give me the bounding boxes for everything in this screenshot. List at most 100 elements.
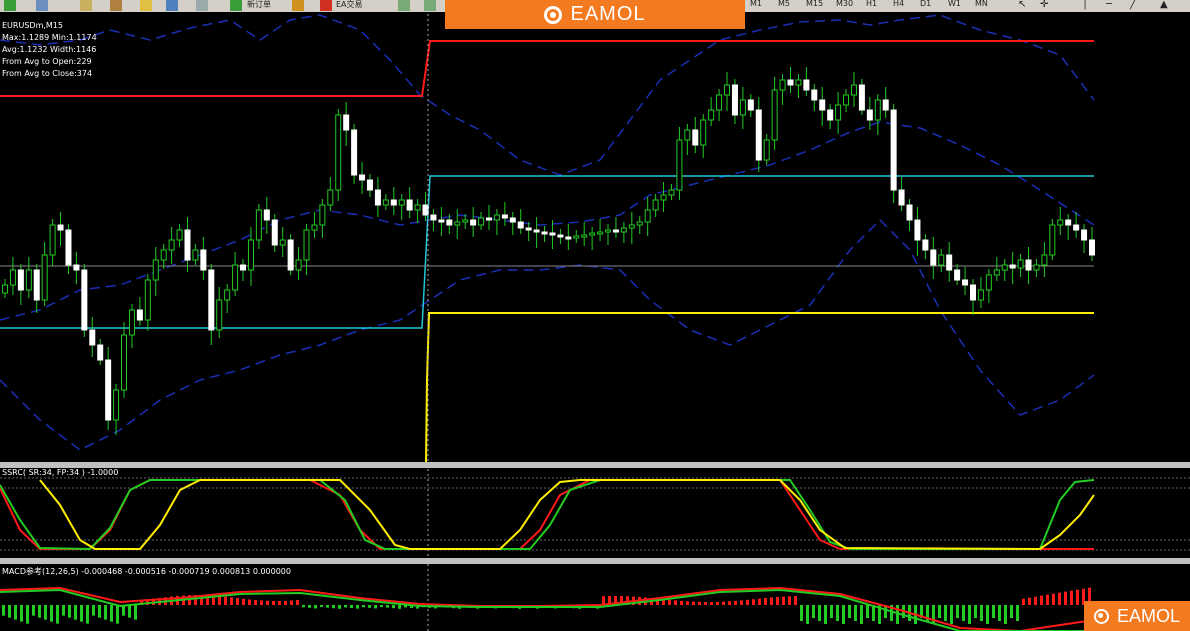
candle-body [485, 217, 492, 221]
candle-body [1089, 239, 1095, 256]
candle-body [1017, 259, 1024, 269]
macd-bar [1028, 597, 1031, 605]
candle-body [676, 139, 683, 191]
macd-bar [14, 605, 17, 620]
macd-bar [1004, 605, 1007, 624]
macd-bar [848, 605, 851, 618]
candle-body [779, 79, 786, 91]
candle-body [1041, 254, 1048, 266]
macd-bar [344, 605, 347, 608]
candle-body [216, 299, 223, 331]
macd-bar [320, 605, 323, 607]
candle-body [898, 189, 905, 206]
corner-watermark: EAMOL [1084, 601, 1190, 631]
macd-bar [266, 600, 269, 605]
candle-body [589, 232, 596, 236]
candlesticks [2, 67, 1095, 435]
candle-body [17, 269, 24, 291]
macd-bar [38, 605, 41, 618]
candle-body [549, 232, 556, 236]
candle-body [1049, 224, 1056, 256]
macd-bar [764, 598, 767, 605]
candle-body [668, 189, 675, 196]
candle-body [747, 99, 754, 111]
candle-body [73, 264, 80, 271]
candle-body [478, 217, 485, 226]
candle-body [509, 217, 516, 223]
candle-body [525, 227, 532, 231]
candle-body [247, 239, 254, 271]
candle-body [398, 199, 405, 206]
candle-body [366, 179, 373, 191]
candle-body [136, 309, 143, 321]
candle-body [565, 236, 572, 240]
candle-body [1033, 264, 1040, 271]
macd-bar [782, 596, 785, 605]
macd-bar [968, 605, 971, 624]
candle-body [573, 235, 580, 239]
candle-body [533, 229, 540, 233]
macd-bar [356, 605, 359, 609]
candle-body [97, 344, 104, 361]
macd-bar [1040, 595, 1043, 605]
candle-body [930, 249, 937, 266]
candle-body [763, 139, 770, 161]
macd-bar [710, 601, 713, 605]
macd-bar [368, 605, 371, 608]
candle-body [1009, 264, 1016, 269]
candle-body [295, 259, 302, 271]
macd-bar [836, 605, 839, 621]
banner-logo-text: EAMOL [570, 3, 646, 25]
candle-body [359, 174, 366, 181]
macd-bar [332, 605, 335, 609]
candle-body [184, 229, 191, 261]
candle-body [493, 214, 500, 221]
chart-canvas[interactable] [0, 0, 1190, 631]
candle-body [446, 219, 453, 226]
candle-body [835, 104, 842, 121]
macd-bar [812, 605, 815, 618]
candle-body [65, 229, 72, 266]
candle-body [33, 269, 40, 301]
macd-bar [716, 601, 719, 605]
candle-body [49, 224, 56, 256]
candle-body [890, 109, 897, 191]
macd-bar [68, 605, 71, 618]
candle-body [41, 254, 48, 301]
candle-body [438, 219, 445, 223]
candle-body [9, 269, 16, 286]
macd-bar [722, 601, 725, 605]
candle-body [414, 204, 421, 211]
macd-bar [2, 605, 5, 616]
candle-body [128, 309, 135, 336]
candle-body [152, 259, 159, 281]
candle-body [343, 114, 350, 131]
macd-bar [230, 597, 233, 605]
macd-bar [674, 600, 677, 605]
candle-body [850, 84, 857, 96]
panel-divider-1 [0, 462, 1190, 468]
candle-body [462, 219, 469, 223]
macd-bar [758, 598, 761, 605]
candle-body [311, 224, 318, 231]
candle-body [700, 119, 707, 146]
candle-body [874, 99, 881, 121]
candle-body [1073, 224, 1080, 231]
macd-bar [1052, 593, 1055, 605]
candle-body [406, 199, 413, 211]
macd-bar [236, 598, 239, 605]
macd-bar [80, 605, 83, 622]
macd-bar [350, 605, 353, 608]
macd-bar [92, 605, 95, 616]
chart-title: EURUSDm,M15 [2, 21, 63, 30]
ssrc-red-line [0, 479, 1094, 550]
candle-body [121, 334, 128, 391]
macd-bar [680, 600, 683, 605]
candle-body [628, 224, 635, 229]
candle-body [89, 329, 96, 346]
macd-bar [740, 600, 743, 605]
macd-bar [74, 605, 77, 620]
candle-body [279, 239, 286, 246]
candle-body [501, 214, 508, 219]
candle-body [858, 84, 865, 111]
